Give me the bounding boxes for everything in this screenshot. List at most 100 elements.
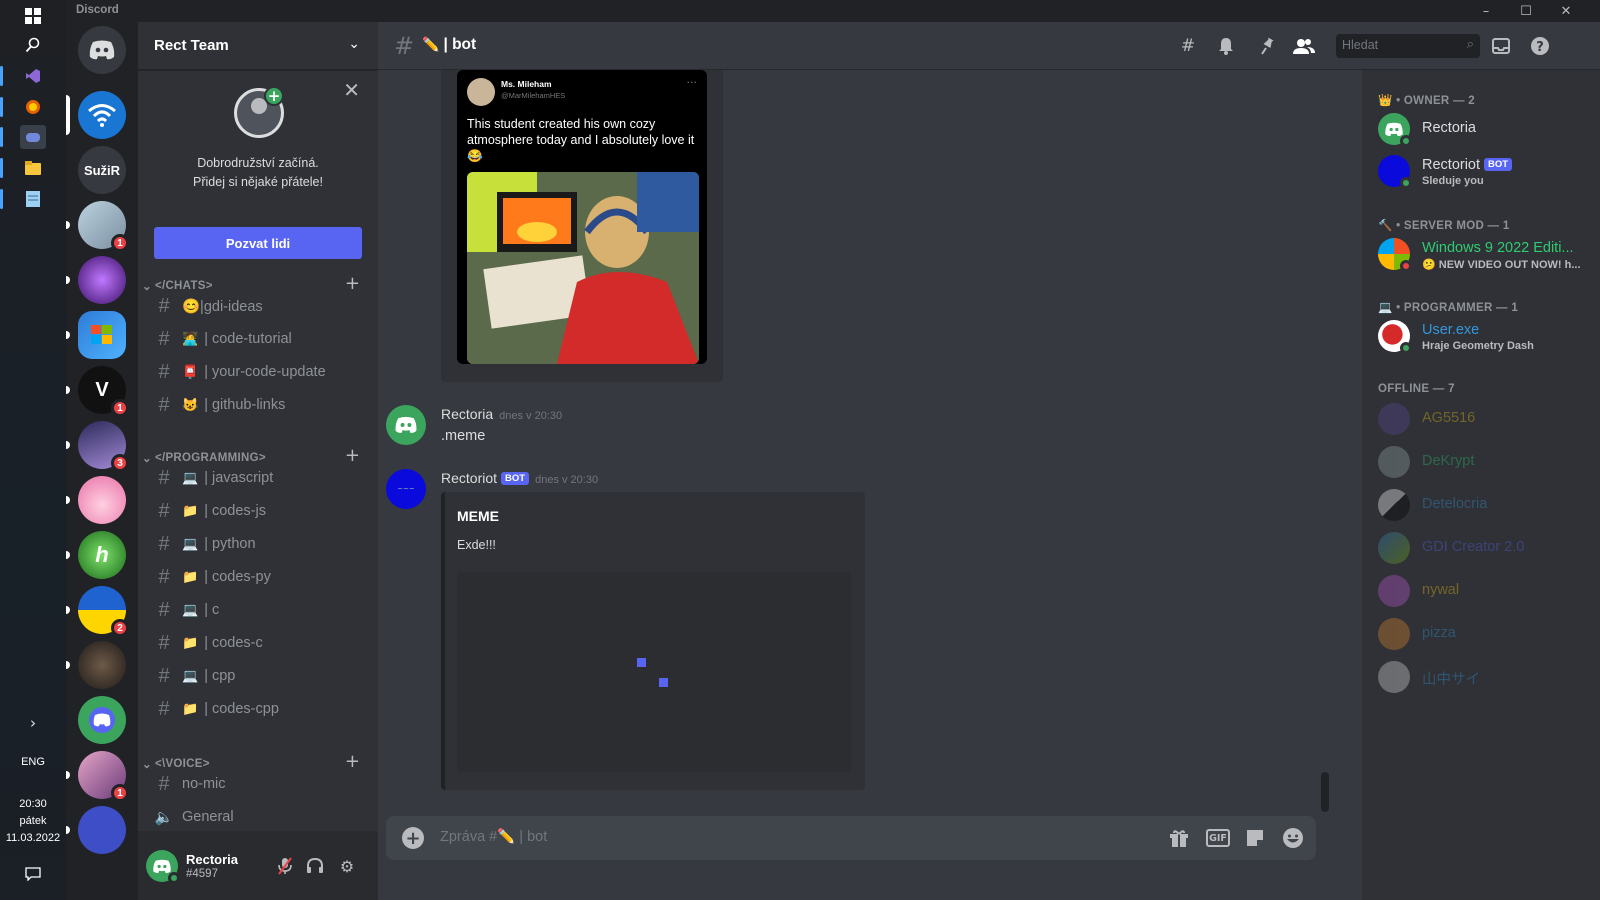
message-composer[interactable]: + Zpráva #✏️ | bot GIF (386, 816, 1316, 860)
channel-codes-py[interactable]: # 📁 | codes-py (146, 561, 370, 593)
channel-cpp[interactable]: # 💻 | cpp (146, 660, 370, 692)
channel-title: ✏️ | bot (422, 36, 476, 54)
member-item[interactable]: Detelocria (1370, 484, 1592, 526)
member-item[interactable]: AG5516 (1370, 398, 1592, 440)
channel-code-tutorial[interactable]: # 🧑‍💻 | code-tutorial (146, 323, 370, 355)
server-girls[interactable]: 1 (66, 751, 129, 802)
message-author[interactable]: Rectoria (441, 406, 493, 422)
emoji-button[interactable] (1280, 826, 1306, 850)
close-icon[interactable]: ✕ (343, 78, 360, 102)
member-item[interactable]: DeKrypt (1370, 441, 1592, 483)
notification-settings-button[interactable] (1214, 35, 1238, 57)
help-button[interactable]: ? (1528, 35, 1552, 57)
server-h[interactable]: h (66, 531, 126, 579)
member-group-owner: 👑 • OWNER — 2 (1378, 95, 1476, 107)
message-input[interactable]: Zpráva #✏️ | bot (440, 828, 547, 845)
gift-icon (1170, 830, 1188, 847)
close-window-button[interactable]: ✕ (1552, 0, 1580, 22)
member-item[interactable]: Rectoriot BOT Sleduje you (1370, 150, 1592, 192)
minimize-button[interactable]: – (1472, 0, 1500, 22)
inbox-button[interactable] (1489, 35, 1513, 57)
channel-codes-cpp[interactable]: # 📁 | codes-cpp (146, 693, 370, 725)
file-explorer-icon[interactable] (0, 156, 46, 180)
invite-people-button[interactable]: Pozvat lidi (154, 227, 362, 259)
server-discord-blue[interactable] (78, 696, 126, 744)
member-item[interactable]: Rectoria (1370, 108, 1592, 150)
upload-button[interactable]: + (402, 827, 424, 849)
member-list: 👑 • OWNER — 2 Rectoria Rectoriot BOT Sled… (1362, 70, 1600, 900)
avatar[interactable] (386, 405, 426, 445)
member-item[interactable]: 山中サイ (1370, 656, 1592, 698)
deafen-button[interactable] (304, 855, 326, 877)
channel-javascript[interactable]: # 💻 | javascript (146, 462, 370, 494)
server-wifi[interactable] (66, 91, 126, 139)
member-item[interactable]: nywal (1370, 570, 1592, 612)
tweet-photo (467, 172, 699, 364)
notepad-icon[interactable] (0, 187, 46, 211)
chevron-right-icon[interactable]: › (20, 711, 46, 735)
sticker-button[interactable] (1242, 826, 1268, 850)
pinned-messages-button[interactable] (1254, 35, 1278, 57)
server-suzir[interactable]: SužiR (78, 146, 126, 194)
member-item[interactable]: pizza (1370, 613, 1592, 655)
server-dark[interactable] (66, 641, 126, 689)
channel-codes-c[interactable]: # 📁 | codes-c (146, 627, 370, 659)
server-space[interactable]: 3 (66, 421, 129, 472)
member-list-button[interactable] (1292, 35, 1316, 57)
scrollbar[interactable] (1321, 772, 1329, 812)
unread-indicator (66, 661, 70, 669)
hash-icon: # (158, 697, 170, 720)
clock[interactable]: 20:30 pátek 11.03.2022 (0, 796, 66, 847)
search-icon[interactable] (20, 33, 46, 57)
member-name: nywal (1422, 582, 1460, 598)
channel-gdi-ideas[interactable]: # 😊|gdi-ideas (146, 290, 370, 322)
server-anime[interactable] (66, 476, 126, 524)
member-name: DeKrypt (1422, 453, 1475, 469)
server-flag[interactable]: 2 (66, 586, 129, 637)
channel-github-links[interactable]: # 😺 | github-links (146, 389, 370, 421)
member-item[interactable]: GDI Creator 2.0 (1370, 527, 1592, 569)
channel-label: | codes-c (204, 635, 263, 651)
user-settings-button[interactable]: ⚙ (336, 855, 358, 877)
channel-codes-js[interactable]: # 📁 | codes-js (146, 495, 370, 527)
avatar[interactable]: ~~~ (386, 469, 426, 509)
member-name: Rectoria (1422, 120, 1476, 136)
server-5[interactable] (66, 256, 126, 304)
maximize-button[interactable]: ☐ (1512, 0, 1540, 22)
channel-c[interactable]: # 💻 | c (146, 594, 370, 626)
member-item[interactable]: Windows 9 2022 Editi... 😕 NEW VIDEO OUT … (1370, 233, 1592, 275)
server-4[interactable]: 1 (66, 201, 129, 252)
server-v[interactable]: V1 (66, 366, 129, 417)
mute-mic-button[interactable] (274, 855, 296, 877)
wifi-icon (88, 104, 116, 127)
embed-description: Exde!!! (457, 538, 496, 552)
message-author[interactable]: Rectoriot (441, 470, 497, 486)
visual-studio-icon[interactable] (0, 64, 46, 88)
language-indicator[interactable]: ENG (0, 756, 66, 768)
gift-button[interactable] (1166, 826, 1192, 850)
channel-no-mic[interactable]: # no-mic (146, 768, 370, 800)
gif-button[interactable]: GIF (1206, 829, 1230, 847)
channel-python[interactable]: # 💻 | python (146, 528, 370, 560)
notification-icon[interactable] (20, 862, 46, 886)
windows-start-icon[interactable] (20, 4, 46, 28)
threads-button[interactable]: # (1176, 35, 1200, 57)
voice-channel-general[interactable]: 🔈 General (146, 801, 370, 831)
mention-badge: 3 (111, 454, 129, 472)
member-item[interactable]: User.exe Hraje Geometry Dash (1370, 315, 1592, 357)
avatar (1378, 446, 1410, 478)
server-16[interactable] (78, 861, 126, 900)
channel-list: ⌄ </CHATS> + # 😊|gdi-ideas # 🧑‍💻 | code-tut… (138, 276, 378, 831)
hash-icon: # (158, 565, 170, 588)
firefox-icon[interactable] (0, 95, 46, 119)
home-button[interactable] (78, 26, 126, 74)
image-attachment[interactable]: Ms. Mileham @MarMilehamHES ··· This stud… (441, 70, 723, 382)
server-windows7[interactable] (66, 311, 126, 359)
search-input[interactable]: Hledat ⌕ (1336, 34, 1480, 58)
guild-header[interactable]: Rect Team ⌄ (138, 22, 378, 70)
hash-icon: # (158, 664, 170, 687)
unread-indicator (66, 276, 70, 284)
discord-taskbar-icon[interactable] (0, 125, 46, 149)
server-red[interactable] (66, 806, 126, 854)
channel-your-code-update[interactable]: # 📮 | your-code-update (146, 356, 370, 388)
